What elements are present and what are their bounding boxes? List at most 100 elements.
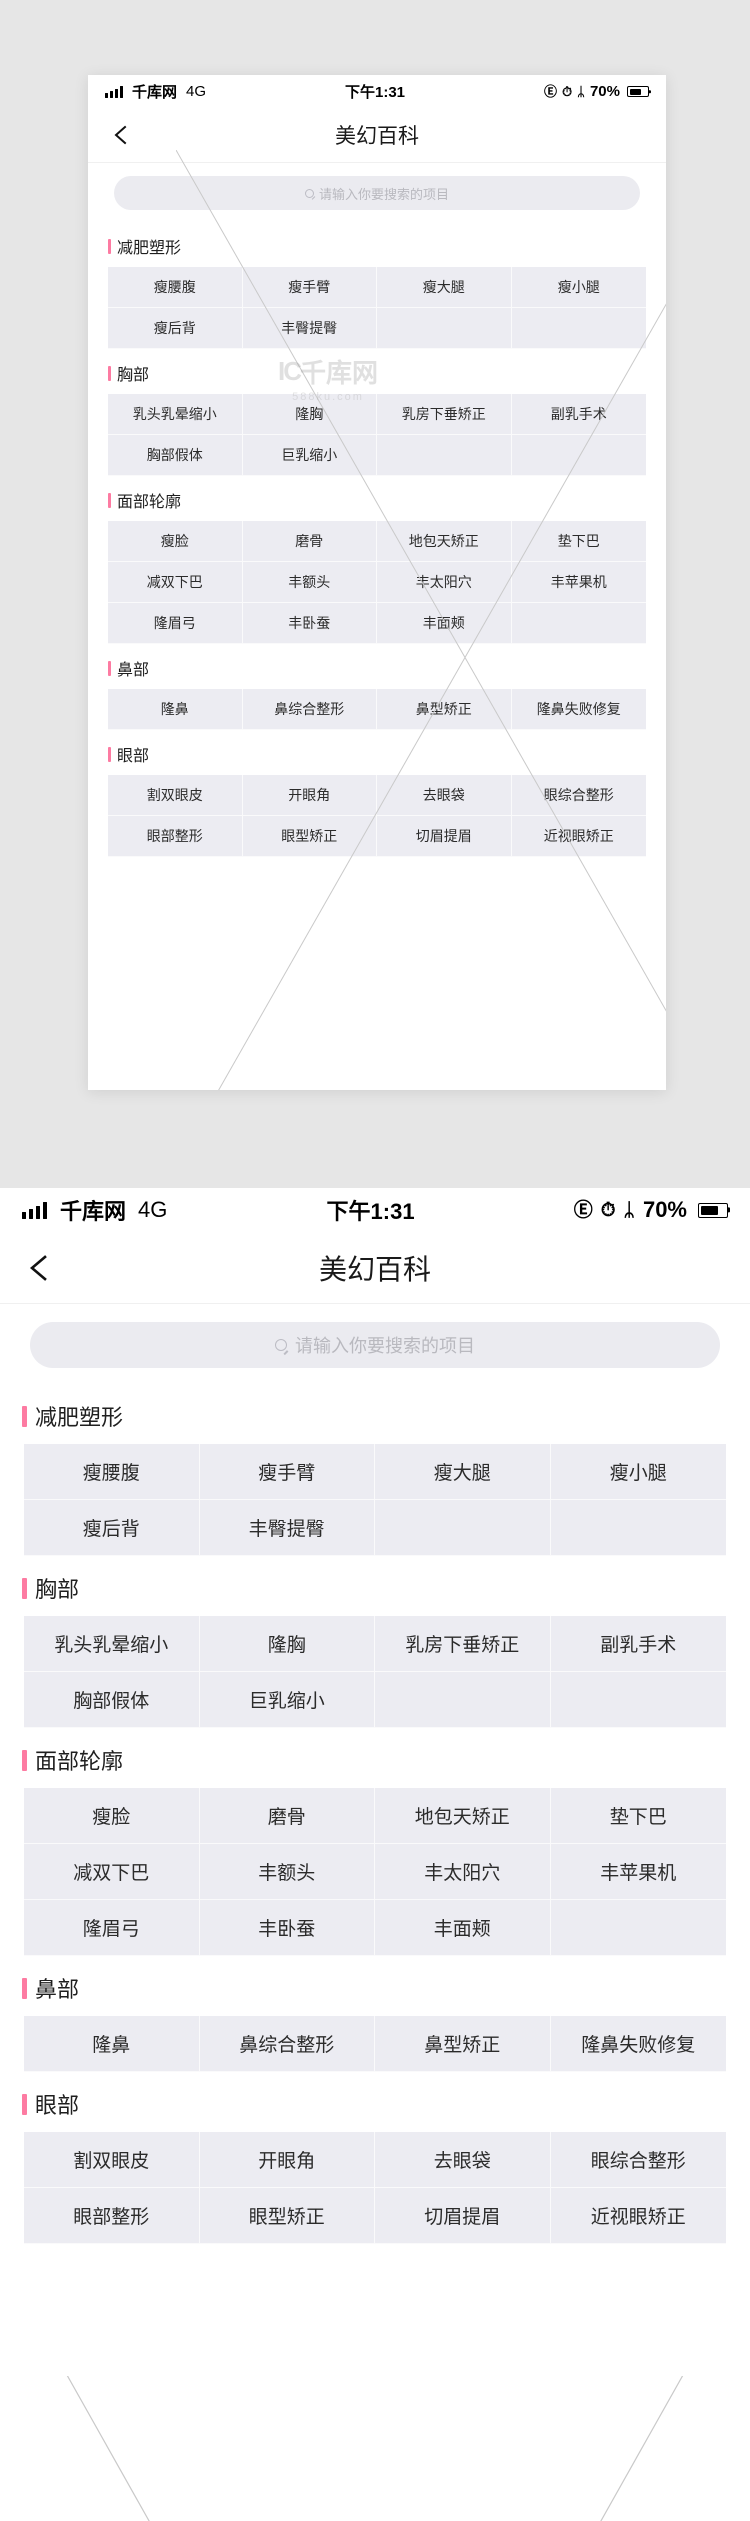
category-item[interactable]: 乳头乳晕缩小	[24, 1616, 200, 1672]
category-item[interactable]: 巨乳缩小	[199, 1672, 375, 1728]
category-item[interactable]: 瘦后背	[24, 1500, 200, 1556]
category-item[interactable]: 副乳手术	[550, 1616, 726, 1672]
network-type-label: 4G	[186, 83, 207, 100]
category-item[interactable]: 丰额头	[242, 562, 377, 603]
section-accent-bar	[22, 1749, 27, 1771]
status-bar-right: Ⓔ ⏱ ᛦ 70%	[544, 83, 649, 100]
category-item[interactable]: 瘦手臂	[199, 1444, 375, 1500]
category-item[interactable]: 鼻综合整形	[199, 2016, 375, 2072]
category-item[interactable]: 丰面颊	[377, 603, 512, 644]
category-item[interactable]: 胸部假体	[24, 1672, 200, 1728]
category-item[interactable]: 隆胸	[199, 1616, 375, 1672]
category-item[interactable]: 磨骨	[242, 521, 377, 562]
category-item[interactable]: 瘦大腿	[375, 1444, 551, 1500]
category-item[interactable]: 瘦脸	[108, 521, 243, 562]
category-item[interactable]: 乳房下垂矫正	[375, 1616, 551, 1672]
category-item[interactable]: 丰卧蚕	[242, 603, 377, 644]
category-item[interactable]: 垫下巴	[511, 521, 646, 562]
section-title-label: 减肥塑形	[35, 1405, 124, 1430]
category-item[interactable]: 巨乳缩小	[242, 435, 377, 476]
back-button[interactable]	[108, 122, 134, 148]
phone-screen-full: 千库网 4G 下午1:31 Ⓔ ⏱ ᛦ 70% 美幻百科 请输入你要搜索的项目 …	[0, 1188, 750, 2521]
category-item[interactable]: 隆鼻	[24, 2016, 200, 2072]
section-title-label: 减肥塑形	[117, 240, 182, 257]
category-item[interactable]: 乳头乳晕缩小	[108, 394, 243, 435]
section-accent-bar	[108, 746, 111, 762]
page-title: 美幻百科	[318, 1253, 431, 1285]
section-title: 减肥塑形	[88, 222, 666, 267]
section-accent-bar	[108, 365, 111, 381]
section-grid: 隆鼻 鼻综合整形 鼻型矫正 隆鼻失败修复	[24, 2016, 726, 2072]
category-item[interactable]: 鼻型矫正	[377, 689, 512, 730]
category-item[interactable]: 丰额头	[199, 1844, 375, 1900]
category-item[interactable]: 丰臀提臀	[199, 1500, 375, 1556]
category-item[interactable]: 隆鼻失败修复	[511, 689, 646, 730]
category-item[interactable]: 开眼角	[242, 775, 377, 816]
category-item[interactable]: 隆鼻	[108, 689, 243, 730]
category-item[interactable]: 副乳手术	[511, 394, 646, 435]
category-item[interactable]: 丰臀提臀	[242, 308, 377, 349]
category-item[interactable]: 眼型矫正	[199, 2188, 375, 2244]
category-item[interactable]: 瘦小腿	[550, 1444, 726, 1500]
category-item[interactable]: 眼部整形	[24, 2188, 200, 2244]
category-item-placeholder	[377, 308, 512, 349]
category-item[interactable]: 丰太阳穴	[377, 562, 512, 603]
category-item[interactable]: 瘦腰腹	[24, 1444, 200, 1500]
section-grid: 割双眼皮 开眼角 去眼袋 眼综合整形眼部整形 眼型矫正 切眉提眉 近视眼矫正	[108, 775, 646, 857]
category-item[interactable]: 丰卧蚕	[199, 1900, 375, 1956]
category-item[interactable]: 眼综合整形	[511, 775, 646, 816]
category-item[interactable]: 切眉提眉	[377, 816, 512, 857]
category-item[interactable]: 割双眼皮	[108, 775, 243, 816]
category-item[interactable]: 减双下巴	[108, 562, 243, 603]
category-item[interactable]: 地包天矫正	[377, 521, 512, 562]
category-item[interactable]: 地包天矫正	[375, 1788, 551, 1844]
category-item[interactable]: 切眉提眉	[375, 2188, 551, 2244]
section-grid: 割双眼皮 开眼角 去眼袋 眼综合整形眼部整形 眼型矫正 切眉提眉 近视眼矫正	[24, 2132, 726, 2244]
category-item[interactable]: 隆眉弓	[24, 1900, 200, 1956]
category-item[interactable]: 隆眉弓	[108, 603, 243, 644]
category-item[interactable]: 近视眼矫正	[511, 816, 646, 857]
category-item[interactable]: 丰苹果机	[550, 1844, 726, 1900]
search-input[interactable]: 请输入你要搜索的项目	[30, 1322, 720, 1368]
category-item[interactable]: 垫下巴	[550, 1788, 726, 1844]
rotation-lock-icon: Ⓔ	[573, 1199, 593, 1221]
category-item[interactable]: 胸部假体	[108, 435, 243, 476]
category-item[interactable]: 减双下巴	[24, 1844, 200, 1900]
section-title-label: 鼻部	[35, 1977, 80, 2002]
category-item[interactable]: 割双眼皮	[24, 2132, 200, 2188]
category-item[interactable]: 瘦脸	[24, 1788, 200, 1844]
section-grid: 乳头乳晕缩小 隆胸 乳房下垂矫正 副乳手术胸部假体 巨乳缩小	[108, 394, 646, 476]
category-item[interactable]: 去眼袋	[377, 775, 512, 816]
category-item[interactable]: 磨骨	[199, 1788, 375, 1844]
chevron-left-icon	[29, 1254, 47, 1281]
search-icon	[275, 1339, 287, 1351]
category-item[interactable]: 眼型矫正	[242, 816, 377, 857]
section-grid-wrapper: 乳头乳晕缩小 隆胸 乳房下垂矫正 副乳手术胸部假体 巨乳缩小	[88, 394, 666, 476]
category-item[interactable]: 去眼袋	[375, 2132, 551, 2188]
category-item[interactable]: 近视眼矫正	[550, 2188, 726, 2244]
category-item[interactable]: 丰面颊	[375, 1900, 551, 1956]
category-item[interactable]: 瘦小腿	[511, 267, 646, 308]
category-item[interactable]: 丰太阳穴	[375, 1844, 551, 1900]
category-item[interactable]: 鼻型矫正	[375, 2016, 551, 2072]
search-input[interactable]: 请输入你要搜索的项目	[114, 176, 640, 210]
status-bar-preview: 千库网 4G 下午1:31 Ⓔ ⏱ ᛦ 70%	[88, 75, 666, 108]
category-item[interactable]: 乳房下垂矫正	[377, 394, 512, 435]
clock-label: 下午1:31	[345, 84, 406, 101]
category-item[interactable]: 瘦大腿	[377, 267, 512, 308]
category-item[interactable]: 丰苹果机	[511, 562, 646, 603]
category-item[interactable]: 隆鼻失败修复	[550, 2016, 726, 2072]
nav-bar: 美幻百科	[0, 1232, 750, 1304]
category-item[interactable]: 隆胸	[242, 394, 377, 435]
section-title: 减肥塑形	[0, 1384, 750, 1444]
category-item[interactable]: 眼综合整形	[550, 2132, 726, 2188]
category-item-placeholder	[375, 1500, 551, 1556]
category-item[interactable]: 眼部整形	[108, 816, 243, 857]
category-item[interactable]: 瘦腰腹	[108, 267, 243, 308]
section-grid: 乳头乳晕缩小 隆胸 乳房下垂矫正 副乳手术胸部假体 巨乳缩小	[24, 1616, 726, 1728]
back-button[interactable]	[22, 1251, 56, 1285]
category-item[interactable]: 开眼角	[199, 2132, 375, 2188]
category-item[interactable]: 鼻综合整形	[242, 689, 377, 730]
category-item[interactable]: 瘦手臂	[242, 267, 377, 308]
category-item[interactable]: 瘦后背	[108, 308, 243, 349]
